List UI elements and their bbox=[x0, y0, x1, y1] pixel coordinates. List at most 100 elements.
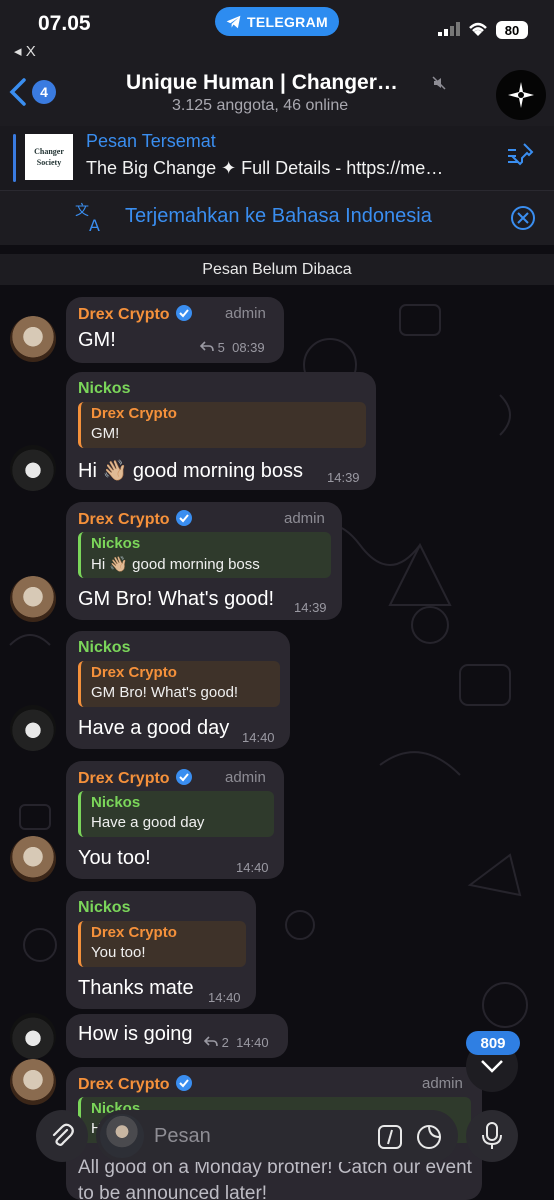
input-placeholder: Pesan bbox=[154, 1125, 211, 1147]
message-bubble[interactable]: Drex Crypto admin GM! 5 08:39 bbox=[66, 297, 284, 363]
sticker-icon[interactable] bbox=[416, 1124, 442, 1150]
microphone-icon bbox=[482, 1122, 502, 1149]
verified-icon bbox=[175, 769, 192, 785]
message-input-bar: Pesan bbox=[0, 1104, 554, 1168]
verified-icon bbox=[175, 305, 192, 321]
message-text: Hi 👋🏼 good morning boss bbox=[78, 460, 304, 482]
message-text: You too! bbox=[78, 847, 151, 869]
paperclip-icon bbox=[52, 1123, 74, 1146]
admin-label: admin bbox=[284, 510, 325, 527]
avatar[interactable] bbox=[10, 705, 56, 751]
verified-icon bbox=[175, 1075, 192, 1091]
clock: 07.05 bbox=[38, 12, 91, 35]
avatar[interactable] bbox=[10, 576, 56, 622]
battery-indicator: 80 bbox=[496, 21, 528, 39]
chat-header: 4 Unique Human | Changer… 3.125 anggota,… bbox=[0, 58, 554, 127]
message-input[interactable]: Pesan bbox=[96, 1110, 458, 1162]
pinned-indicator bbox=[13, 134, 16, 182]
reply-quote[interactable]: Drex Crypto You too! bbox=[78, 921, 246, 967]
reply-arrow-icon bbox=[199, 341, 214, 352]
message-text: How is going bbox=[78, 1023, 193, 1045]
commands-icon[interactable] bbox=[378, 1125, 402, 1149]
message-bubble[interactable]: How is going 2 14:40 bbox=[66, 1014, 288, 1058]
unread-chats-badge: 4 bbox=[32, 80, 56, 104]
sender-name: Nickos bbox=[78, 639, 131, 656]
reply-text: Hi 👋🏼 good morning boss bbox=[91, 556, 260, 573]
message-meta: 2 14:40 bbox=[203, 1035, 269, 1050]
message-text: GM Bro! What's good! bbox=[78, 588, 275, 610]
admin-label: admin bbox=[422, 1075, 463, 1092]
message-time: 14:39 bbox=[294, 600, 327, 615]
message-time: 14:40 bbox=[242, 730, 275, 745]
reply-text: GM Bro! What's good! bbox=[91, 684, 239, 701]
reply-quote[interactable]: Nickos Hi 👋🏼 good morning boss bbox=[78, 532, 331, 578]
group-avatar[interactable] bbox=[496, 70, 546, 120]
pinned-list-icon[interactable] bbox=[506, 142, 536, 168]
svg-text:文: 文 bbox=[75, 203, 89, 219]
avatar[interactable] bbox=[10, 836, 56, 882]
wifi-icon bbox=[469, 22, 487, 36]
unread-count-badge: 809 bbox=[466, 1031, 520, 1055]
sender-name: Nickos bbox=[78, 380, 131, 397]
message-time: 14:40 bbox=[208, 990, 241, 1005]
chevron-left-icon bbox=[9, 78, 26, 106]
avatar[interactable] bbox=[10, 1013, 56, 1059]
translate-bar[interactable]: 文A Terjemahkan ke Bahasa Indonesia bbox=[0, 191, 554, 245]
reply-quote[interactable]: Nickos Have a good day bbox=[78, 791, 274, 837]
message-text: Have a good day bbox=[78, 717, 230, 739]
telegram-pill[interactable]: TELEGRAM bbox=[215, 7, 339, 36]
star-logo-icon bbox=[508, 82, 534, 108]
reply-text: You too! bbox=[91, 944, 146, 961]
message-bubble[interactable]: Nickos Drex Crypto GM! Hi 👋🏼 good mornin… bbox=[66, 372, 376, 490]
avatar[interactable] bbox=[10, 1059, 56, 1105]
admin-label: admin bbox=[225, 305, 266, 322]
message-text: Thanks mate bbox=[78, 977, 194, 999]
reply-text: Have a good day bbox=[91, 814, 205, 831]
message-text: GM! bbox=[78, 329, 116, 351]
reply-arrow-icon bbox=[203, 1036, 218, 1047]
sender-name: Drex Crypto bbox=[78, 510, 192, 529]
translate-icon: 文A bbox=[75, 203, 100, 233]
microphone-button[interactable] bbox=[466, 1110, 518, 1162]
svg-text:A: A bbox=[89, 216, 100, 233]
chat-subtitle: 3.125 anggota, 46 online bbox=[172, 97, 349, 114]
reply-text: GM! bbox=[91, 425, 120, 442]
message-bubble[interactable]: Nickos Drex Crypto GM Bro! What's good! … bbox=[66, 631, 290, 749]
close-icon[interactable] bbox=[510, 205, 536, 231]
unread-messages-divider: Pesan Belum Dibaca bbox=[0, 254, 554, 285]
avatar[interactable] bbox=[10, 445, 56, 491]
reply-quote[interactable]: Drex Crypto GM! bbox=[78, 402, 366, 448]
reply-sender: Drex Crypto bbox=[91, 405, 177, 422]
sender-name: Drex Crypto bbox=[78, 1075, 192, 1094]
muted-icon bbox=[432, 76, 446, 90]
message-bubble[interactable]: Nickos Drex Crypto You too! Thanks mate … bbox=[66, 891, 256, 1009]
verified-icon bbox=[175, 510, 192, 526]
reply-sender: Nickos bbox=[91, 794, 141, 811]
back-button[interactable]: 4 bbox=[8, 78, 56, 106]
attach-button[interactable] bbox=[36, 1110, 88, 1162]
reply-sender: Drex Crypto bbox=[91, 664, 177, 681]
reply-quote[interactable]: Drex Crypto GM Bro! What's good! bbox=[78, 661, 280, 707]
message-time: 14:39 bbox=[327, 470, 360, 485]
chevron-down-icon bbox=[481, 1060, 503, 1073]
send-as-avatar[interactable] bbox=[100, 1114, 144, 1158]
pinned-thumbnail: Changer Society bbox=[25, 134, 73, 180]
telegram-chat-screen: 07.05 ◂ X TELEGRAM 80 4 Unique Human | C… bbox=[0, 0, 554, 1200]
sender-name: Drex Crypto bbox=[78, 305, 192, 324]
chat-title[interactable]: Unique Human | Changer… bbox=[126, 71, 426, 95]
message-bubble[interactable]: Drex Crypto admin Nickos Hi 👋🏼 good morn… bbox=[66, 502, 342, 620]
reply-sender: Drex Crypto bbox=[91, 924, 177, 941]
pinned-message-bar[interactable]: Changer Society Pesan Tersemat The Big C… bbox=[0, 126, 554, 191]
pinned-text: The Big Change ✦ Full Details - https://… bbox=[86, 158, 444, 178]
sender-name: Nickos bbox=[78, 899, 131, 916]
reply-sender: Nickos bbox=[91, 535, 141, 552]
translate-label: Terjemahkan ke Bahasa Indonesia bbox=[125, 205, 432, 227]
pinned-title: Pesan Tersemat bbox=[86, 131, 216, 151]
paper-plane-icon bbox=[226, 15, 241, 28]
message-bubble[interactable]: Drex Crypto admin Nickos Have a good day… bbox=[66, 761, 284, 879]
message-time: 14:40 bbox=[236, 860, 269, 875]
sender-name: Drex Crypto bbox=[78, 769, 192, 788]
signal-icon bbox=[438, 22, 460, 36]
avatar[interactable] bbox=[10, 316, 56, 362]
message-meta: 5 08:39 bbox=[199, 340, 265, 355]
